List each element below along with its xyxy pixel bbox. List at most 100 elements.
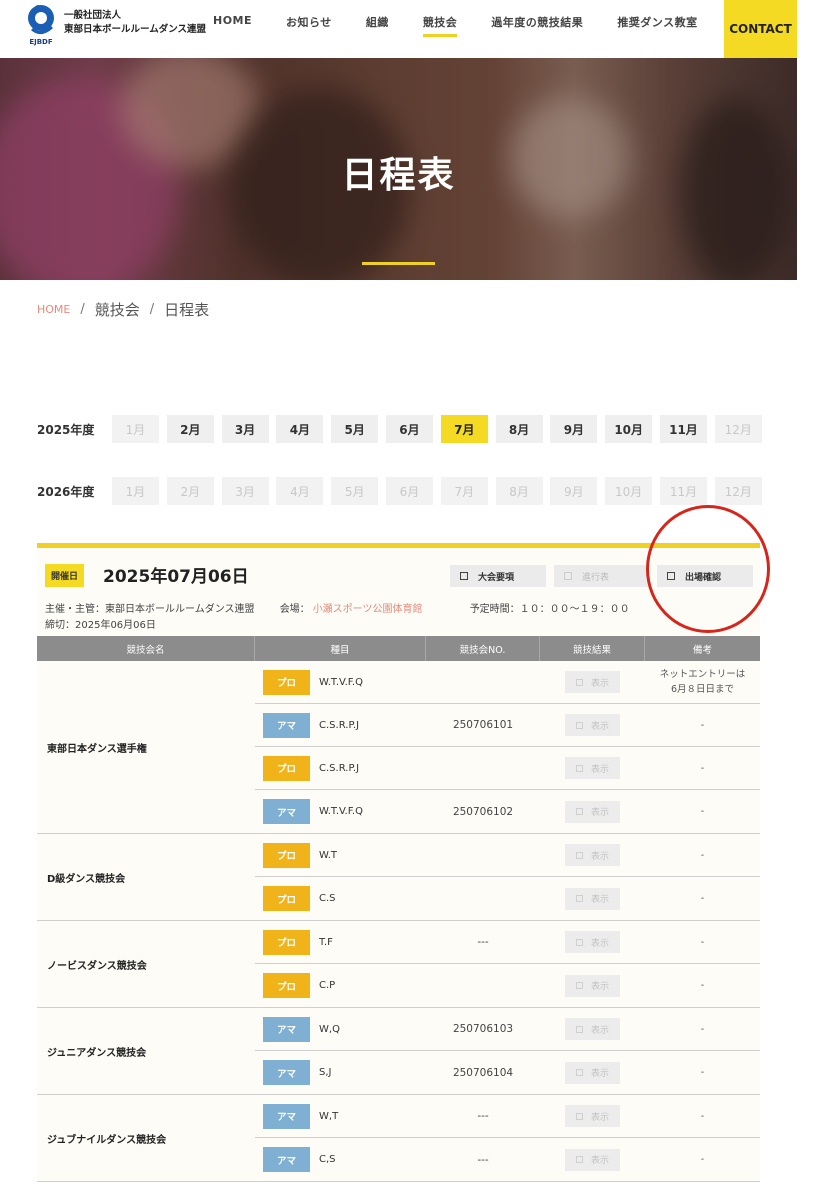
competition-group: ノービスダンス競技会 プロ T.F --- 表示 - プロ C.P 表示 - (37, 921, 760, 1008)
ama-tag: アマ (263, 1060, 310, 1085)
month-button[interactable]: 3月 (221, 415, 269, 443)
show-result-button[interactable]: 表示 (565, 1018, 620, 1040)
event-cell: プロ T.F (255, 929, 426, 955)
remark-line: 6月８日日まで (670, 684, 735, 695)
progress-button[interactable]: 進行表 (554, 565, 649, 587)
remark-line: - (700, 849, 705, 861)
pro-tag: プロ (263, 973, 310, 998)
month-button[interactable]: 9月 (550, 415, 598, 443)
col-header: 競技会名 (37, 636, 255, 661)
breadcrumb-separator: / (149, 302, 155, 317)
month-button: 9月 (550, 477, 598, 505)
ama-tag: アマ (263, 799, 310, 824)
show-result-button[interactable]: 表示 (565, 757, 620, 779)
remark-line: - (700, 1067, 705, 1078)
guidelines-button[interactable]: 大会要項 (450, 565, 546, 587)
month-button: 10月 (605, 477, 653, 505)
col-header: 備考 (692, 644, 712, 656)
event-cell: プロ C.S.R.P.J (255, 755, 426, 781)
show-result-button[interactable]: 表示 (565, 844, 620, 866)
nav-home[interactable]: HOME (213, 14, 252, 37)
event-name: C.S.R.P.J (319, 719, 360, 731)
result-cell: 表示 (540, 1105, 645, 1127)
show-result-button[interactable]: 表示 (565, 1105, 620, 1127)
col-header: 競技会NO. (426, 636, 540, 661)
table-row: プロ C.S.R.P.J 表示 - (255, 747, 760, 790)
competition-no: 250706103 (452, 1023, 514, 1035)
document-icon (575, 764, 583, 772)
remark-line: - (700, 762, 705, 774)
breadcrumb-current: 日程表 (164, 301, 210, 319)
result-cell: 表示 (540, 1018, 645, 1040)
org-line2: 東部日本ボールルームダンス連盟 (64, 24, 207, 35)
table-row: プロ W.T 表示 - (255, 834, 760, 877)
document-icon (575, 1112, 583, 1120)
remarks-cell: - (645, 935, 760, 950)
result-cell: 表示 (540, 1148, 645, 1171)
remarks-cell: - (645, 848, 760, 863)
show-result-button[interactable]: 表示 (565, 1061, 620, 1084)
contact-button[interactable]: CONTACT (724, 0, 797, 58)
document-icon (460, 572, 468, 580)
month-button: 12月 (714, 477, 762, 505)
remark-line: ネットエントリーは (659, 669, 746, 680)
event-name: S,J (319, 1067, 332, 1078)
remarks-cell: - (645, 718, 760, 733)
month-button[interactable]: 11月 (659, 415, 707, 443)
show-result-button[interactable]: 表示 (565, 931, 620, 953)
result-cell: 表示 (540, 974, 645, 997)
month-button: 1月 (112, 477, 159, 505)
ejbdf-logo-icon[interactable]: EJBDF (22, 3, 60, 47)
ama-tag: アマ (263, 1103, 310, 1129)
year-label: 2026年度 (37, 484, 95, 499)
month-button[interactable]: 8月 (495, 415, 543, 443)
table-header: 競技会名 種目 競技会NO. 競技結果 備考 (37, 636, 760, 661)
title-underline (362, 262, 435, 265)
nav-dance-schools[interactable]: 推奨ダンス教室 (617, 14, 697, 37)
remarks-cell: - (645, 978, 760, 993)
breadcrumb-competitions[interactable]: 競技会 (95, 299, 140, 320)
nav-news[interactable]: お知らせ (286, 14, 332, 37)
show-result-button[interactable]: 表示 (565, 671, 620, 693)
table-row: アマ C.S.R.P.J 250706101 表示 - (255, 704, 760, 747)
breadcrumb-home[interactable]: HOME (37, 303, 70, 316)
org-name[interactable]: 一般社団法人 東部日本ボールルームダンス連盟 (64, 9, 206, 37)
table-row: アマ W,Q 250706103 表示 - (255, 1008, 760, 1051)
show-result-button[interactable]: 表示 (565, 887, 620, 910)
remark-line: - (700, 719, 705, 731)
document-icon (575, 678, 583, 686)
event-name: C.S.R.P.J (319, 762, 360, 774)
document-icon (575, 851, 583, 859)
result-cell: 表示 (540, 931, 645, 953)
show-result-button[interactable]: 表示 (565, 714, 620, 736)
show-result-button[interactable]: 表示 (565, 800, 620, 823)
show-result-button[interactable]: 表示 (565, 1148, 620, 1171)
month-button[interactable]: 5月 (331, 415, 379, 443)
venue-link[interactable]: 小瀬スポーツ公園体育館 (313, 604, 423, 615)
remark-line: - (700, 1154, 705, 1165)
nav-organization[interactable]: 組織 (366, 14, 389, 37)
result-cell: 表示 (540, 1061, 645, 1084)
table-row: プロ T.F --- 表示 - (255, 921, 760, 964)
show-result-button[interactable]: 表示 (565, 974, 620, 997)
org-line1: 一般社団法人 (64, 10, 122, 21)
nav-competitions[interactable]: 競技会 (422, 14, 458, 37)
document-icon (564, 572, 572, 580)
event-name: W.T.V.F.Q (319, 676, 363, 688)
month-button: 3月 (221, 477, 269, 505)
event-cell: プロ C.P (255, 973, 426, 998)
month-button[interactable]: 2月 (166, 415, 214, 443)
nav-past-results[interactable]: 過年度の競技結果 (491, 14, 583, 37)
table-row: アマ W,T --- 表示 - (255, 1095, 760, 1138)
month-button[interactable]: 10月 (605, 415, 653, 443)
month-button[interactable]: 4月 (276, 415, 324, 443)
month-button[interactable]: 7月 (440, 415, 488, 443)
event-venue: 会場： 小瀬スポーツ公園体育館 (279, 604, 423, 615)
result-cell: 表示 (540, 757, 645, 779)
competition-name: ノービスダンス競技会 (47, 960, 147, 972)
main-nav: HOME お知らせ 組織 競技会 過年度の競技結果 推奨ダンス教室 (213, 14, 732, 37)
remark-line: - (700, 1023, 705, 1035)
competition-no: --- (477, 1110, 489, 1122)
month-button: 5月 (331, 477, 379, 505)
month-button[interactable]: 6月 (385, 415, 433, 443)
